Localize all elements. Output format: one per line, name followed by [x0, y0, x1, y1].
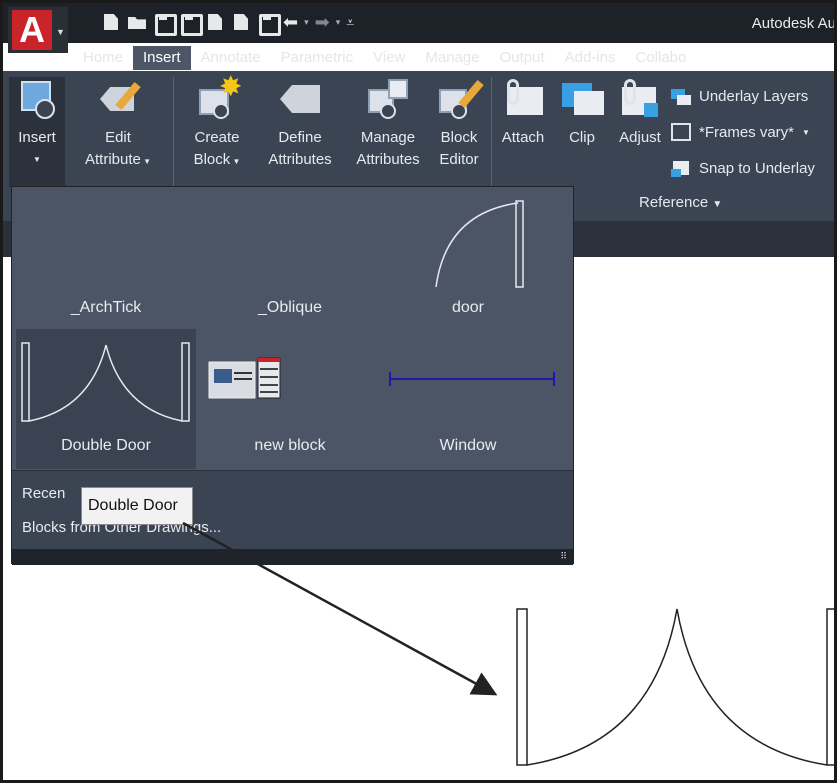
resize-grip[interactable]: ⠿	[12, 549, 573, 565]
create-block-button[interactable]: ✸ Create Block ▼	[185, 73, 249, 173]
application-menu-button[interactable]: A ▼	[8, 7, 68, 53]
clip-button[interactable]: Clip	[559, 77, 605, 149]
insert-block-icon	[15, 77, 59, 121]
insert-block-button[interactable]: Insert ▼	[9, 77, 65, 187]
attach-button[interactable]: Attach	[495, 77, 551, 149]
create-block-icon: ✸	[195, 73, 242, 121]
undo-dropdown-icon[interactable]: ▾	[304, 17, 309, 28]
print-icon[interactable]	[257, 12, 281, 36]
adjust-icon	[618, 77, 662, 121]
import-icon[interactable]	[231, 12, 251, 32]
tab-output[interactable]: Output	[490, 46, 555, 70]
redo-icon[interactable]: ➡	[315, 12, 330, 32]
gallery-item-window[interactable]: Window	[378, 329, 558, 469]
block-editor-button[interactable]: Block Editor	[431, 77, 487, 171]
snap-underlay-icon	[671, 159, 691, 177]
tab-add-ins[interactable]: Add-ins	[555, 46, 626, 70]
manage-attributes-button[interactable]: Manage Attributes	[345, 77, 431, 171]
tab-home[interactable]: Home	[73, 46, 133, 70]
tab-manage[interactable]: Manage	[415, 46, 489, 70]
define-attributes-button[interactable]: Define Attributes	[257, 77, 343, 171]
tab-parametric[interactable]: Parametric	[271, 46, 364, 70]
edit-attribute-button[interactable]: Edit Attribute ▼	[79, 77, 157, 173]
clip-icon	[560, 77, 604, 121]
block-gallery-grid: _ArchTick _Oblique door Double Door new …	[12, 187, 573, 470]
grip-icon: ⠿	[560, 551, 567, 561]
undo-icon[interactable]: ⬅	[283, 12, 298, 32]
save-icon[interactable]	[153, 12, 177, 36]
autocad-app-icon: A	[12, 10, 52, 50]
gallery-item-double-door[interactable]: Double Door	[16, 329, 196, 469]
reference-panel-title[interactable]: Reference ▼	[639, 194, 722, 211]
adjust-button[interactable]: Adjust	[611, 77, 669, 149]
window-title: Autodesk Au	[751, 15, 836, 32]
new-block-preview-icon	[208, 357, 281, 399]
ribbon-tabs: Home Insert Annotate Parametric View Man…	[73, 43, 696, 73]
redo-dropdown-icon[interactable]: ▾	[336, 17, 341, 28]
tooltip-double-door: Double Door	[81, 487, 193, 525]
door-preview-icon	[435, 200, 524, 288]
tab-collaborate[interactable]: Collabo	[625, 46, 696, 70]
underlay-layers-icon	[671, 87, 691, 105]
manage-attributes-icon	[366, 77, 410, 121]
recent-blocks-item[interactable]: Recen	[22, 485, 65, 502]
new-icon[interactable]	[101, 12, 121, 32]
ribbon-separator	[491, 77, 492, 187]
snap-to-underlay-button[interactable]: Snap to Underlay	[671, 159, 815, 177]
chevron-down-icon: ▼	[230, 157, 241, 166]
double-door-preview-icon	[21, 342, 190, 422]
underlay-layers-button[interactable]: Underlay Layers	[671, 87, 808, 105]
plot-icon[interactable]	[205, 12, 225, 32]
quick-access-toolbar: ⬅ ▾ ➡ ▾ ⩡	[101, 9, 354, 36]
attach-icon	[501, 77, 545, 121]
frames-vary-dropdown[interactable]: *Frames vary* ▼	[671, 123, 810, 141]
autocad-window: A ▼ ⬅ ▾ ➡ ▾ ⩡ Autodesk Au Home Insert An…	[0, 0, 837, 783]
tab-annotate[interactable]: Annotate	[191, 46, 271, 70]
define-attributes-icon	[278, 77, 322, 121]
gallery-item-oblique[interactable]: _Oblique	[200, 191, 380, 331]
chevron-down-icon: ▼	[712, 199, 723, 210]
chevron-down-icon: ▼	[33, 155, 41, 164]
gallery-item-new-block[interactable]: new block	[200, 329, 380, 469]
block-editor-icon	[437, 77, 484, 121]
save-as-icon[interactable]	[179, 12, 203, 36]
chevron-down-icon: ▼	[56, 27, 65, 37]
title-bar: A ▼ ⬅ ▾ ➡ ▾ ⩡ Autodesk Au	[3, 3, 836, 53]
open-icon[interactable]	[127, 12, 147, 32]
ribbon-separator	[173, 77, 174, 187]
frames-icon	[671, 123, 691, 141]
tab-view[interactable]: View	[363, 46, 415, 70]
edit-attribute-icon	[96, 77, 141, 121]
inserted-double-door-block[interactable]	[516, 608, 837, 766]
window-preview-icon	[389, 372, 555, 386]
customize-qat-icon[interactable]: ⩡	[346, 12, 354, 32]
gallery-item-door[interactable]: door	[378, 191, 558, 331]
chevron-down-icon: ▼	[802, 127, 810, 137]
tab-insert[interactable]: Insert	[133, 46, 191, 70]
chevron-down-icon: ▼	[140, 157, 151, 166]
gallery-item-archtick[interactable]: _ArchTick	[16, 191, 196, 331]
